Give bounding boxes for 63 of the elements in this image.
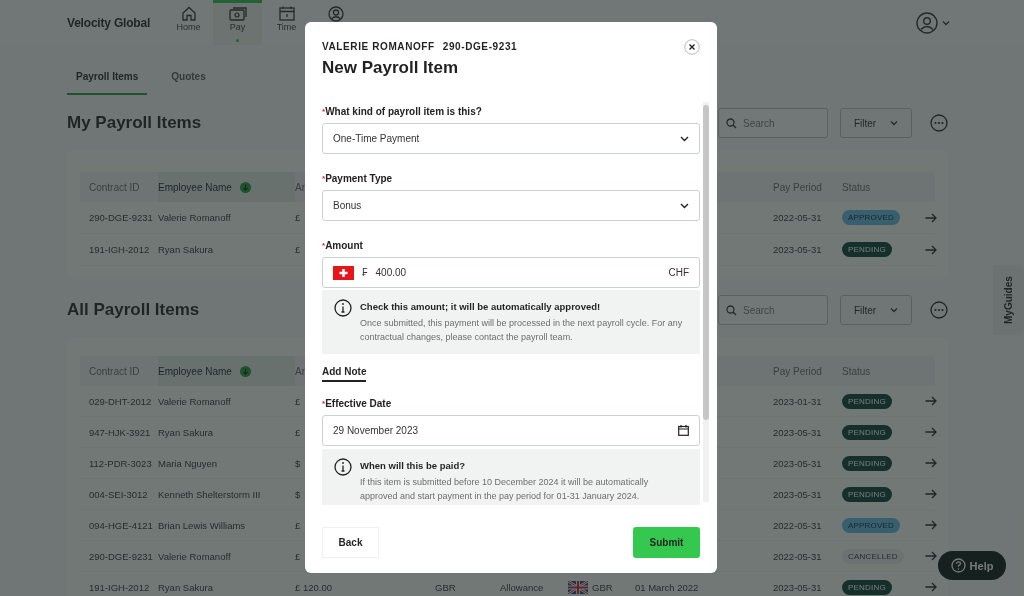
table-cell: 094-HGE-4121 (89, 519, 153, 531)
table-cell: £ (295, 519, 301, 531)
table-cell: 004-SEI-3012 (89, 488, 148, 500)
field-label: *Amount (322, 239, 364, 253)
logo: Velocity Global (67, 15, 152, 30)
table-cell: Valerie Romanoff (158, 395, 231, 407)
status-badge: PENDING (842, 579, 892, 595)
info-title: Check this amount; it will be automatically approved! (360, 301, 602, 312)
table-cell: 112-PDR-3023 (89, 457, 152, 469)
table-cell: GBR (592, 581, 613, 593)
table-cell: 290-DGE-9231 (89, 550, 153, 562)
status-badge: PENDING (842, 242, 892, 257)
table-cell: $ (295, 457, 301, 469)
info-text: If this item is submitted before 10 December 2024 it will be automatically approved and start payment in the pay period for 01-31 January 2024. (360, 476, 650, 503)
table-cell: Ryan Sakura (158, 581, 213, 593)
table-cell: 029-DHT-2012 (89, 395, 152, 407)
table-cell: £ (295, 550, 301, 562)
table-cell: £ 120.00 (295, 581, 332, 593)
table-cell: Valerie Romanoff (158, 550, 231, 562)
table-cell: 2023-05-31 (773, 244, 822, 255)
table-cell: $ (295, 488, 301, 500)
table-cell: 01 March 2022 (635, 581, 699, 593)
table-cell: Brian Lewis Williams (158, 519, 246, 531)
employee-name: VALERIE ROMANOFF (322, 41, 435, 52)
status-badge: PENDING (842, 393, 892, 409)
contract-id: 290-DGE-9231 (442, 41, 518, 52)
table-cell: Allowance (500, 581, 544, 593)
status-badge: PENDING (842, 455, 892, 471)
field-label: *What kind of payroll item is this? (322, 105, 483, 119)
status-badge: PENDING (842, 424, 892, 440)
status-badge: APPROVED (842, 517, 901, 533)
table-cell: 2023-05-31 (773, 488, 822, 500)
table-cell: Ryan Sakura (158, 244, 213, 255)
table-cell: £ (295, 244, 301, 255)
table-cell: 2023-05-31 (773, 457, 822, 469)
info-text: Once submitted, this payment will be processed in the next payroll cycle. For any contractual changes, please contact the payroll team. (360, 317, 684, 344)
table-cell: GBR (435, 581, 456, 593)
field-label: *Payment Type (322, 172, 394, 186)
table-cell: 2022-05-31 (773, 550, 822, 562)
table-cell: Ryan Sakura (158, 426, 213, 438)
table-cell: £ (295, 426, 301, 438)
table-cell: 2022-05-31 (773, 519, 822, 531)
table-cell: £ (295, 212, 301, 223)
table-cell: 290-DGE-9231 (89, 212, 153, 223)
table-cell: £ (295, 395, 301, 407)
table-cell: Maria Nguyen (158, 457, 218, 469)
table-cell: Valerie Romanoff (158, 212, 231, 223)
table-cell: 947-HJK-3921 (89, 426, 151, 438)
status-badge: PENDING (842, 486, 892, 502)
status-badge: CANCELLED (842, 548, 904, 564)
field-label: *Effective Date (322, 397, 393, 411)
table-cell: 191-IGH-2012 (89, 581, 150, 593)
section-title: All Payroll Items (67, 300, 200, 320)
section-title: My Payroll Items (67, 113, 202, 133)
table-cell: 2023-05-31 (773, 426, 822, 438)
info-title: When will this be paid? (360, 460, 467, 471)
status-badge: APPROVED (842, 210, 901, 225)
table-cell: 2023-05-31 (773, 581, 822, 593)
table-cell: Kenneth Shelterstorm III (158, 488, 261, 500)
table-cell: 2022-05-31 (773, 212, 822, 223)
table-cell: 191-IGH-2012 (89, 244, 150, 255)
table-cell: 2023-01-31 (773, 395, 822, 407)
dialog-title: New Payroll Item (322, 58, 460, 78)
